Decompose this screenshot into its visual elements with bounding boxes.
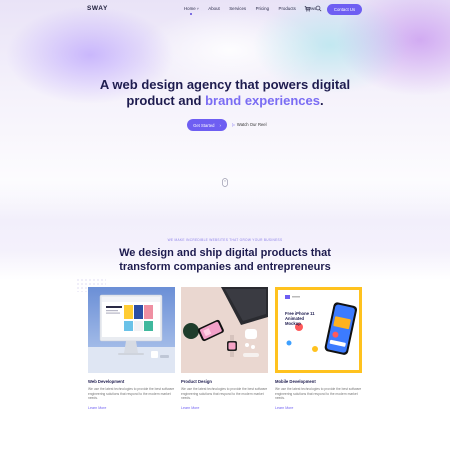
cart-icon[interactable] [304,5,311,12]
service-card-product: Product Design We use the latest technol… [181,287,268,410]
mobile-development-image: Free iPhone 11 Animated Mockup [275,287,362,373]
phone-mockup-illustration [278,290,359,370]
learn-more-link[interactable]: Learn More [88,406,175,410]
desk-illustration [181,287,268,373]
card-title: Web Development [88,379,125,384]
hero-title-accent: brand experiences [205,93,320,108]
card-description: We use the latest technologies to provid… [88,387,175,401]
get-started-label: Get Started [193,122,215,128]
section-title-line1: We design and ship digital products that [119,247,331,259]
nav-item-about[interactable]: About [208,6,219,11]
hero-title: A web design agency that powers digital … [0,77,450,109]
section-title-line2: transform companies and entrepreneurs [119,260,331,273]
card-title: Mobile Development [275,379,316,384]
card-title: Product Design [181,379,212,384]
nav-item-home-label: Home [184,6,196,11]
chevron-down-icon: ˅ [196,7,199,11]
arrow-right-icon: › [219,122,221,128]
watch-reel-label: Watch Our Reel [236,122,267,127]
nav-item-home[interactable]: Home˅ [184,6,199,11]
search-icon[interactable] [315,5,322,12]
hero-title-line1: A web design agency that powers digital [99,77,351,92]
service-card-mobile: Free iPhone 11 Animated Mockup Mobile De… [275,287,362,410]
monitor-illustration [88,287,175,373]
hero-title-period: . [319,93,324,108]
contact-us-button[interactable]: Contact Us [327,4,362,15]
hero-title-line2: product and brand experiences. [0,93,450,109]
nav-item-products[interactable]: Products [279,6,296,11]
product-design-image [181,287,268,373]
logo[interactable]: SWAY [87,5,108,12]
play-icon: ▷ [232,123,235,127]
service-card-web: Web Development We use the latest techno… [88,287,175,410]
mockup-heading: Free iPhone 11 Animated Mockup [285,311,315,326]
nav-item-services[interactable]: Services [229,6,246,11]
web-development-image [88,287,175,373]
mouse-scroll-icon[interactable] [222,178,228,187]
get-started-button[interactable]: Get Started › [187,119,227,131]
card-description: We use the latest technologies to provid… [181,387,268,401]
section-title: We design and ship digital products that… [0,247,450,274]
landing-page: SWAY Home˅ About Services Pricing Produc… [0,0,450,450]
hero-title-line2-text: product and [126,93,206,108]
learn-more-link[interactable]: Learn More [181,406,268,410]
nav-item-pricing[interactable]: Pricing [256,6,269,11]
watch-reel-link[interactable]: ▷ Watch Our Reel [232,122,267,127]
learn-more-link[interactable]: Learn More [275,406,362,410]
card-description: We use the latest technologies to provid… [275,387,362,401]
section-eyebrow: WE MAKE INCREDIBLE WEBSITES THAT GROW YO… [167,238,283,242]
navbar: SWAY Home˅ About Services Pricing Produc… [0,0,450,20]
